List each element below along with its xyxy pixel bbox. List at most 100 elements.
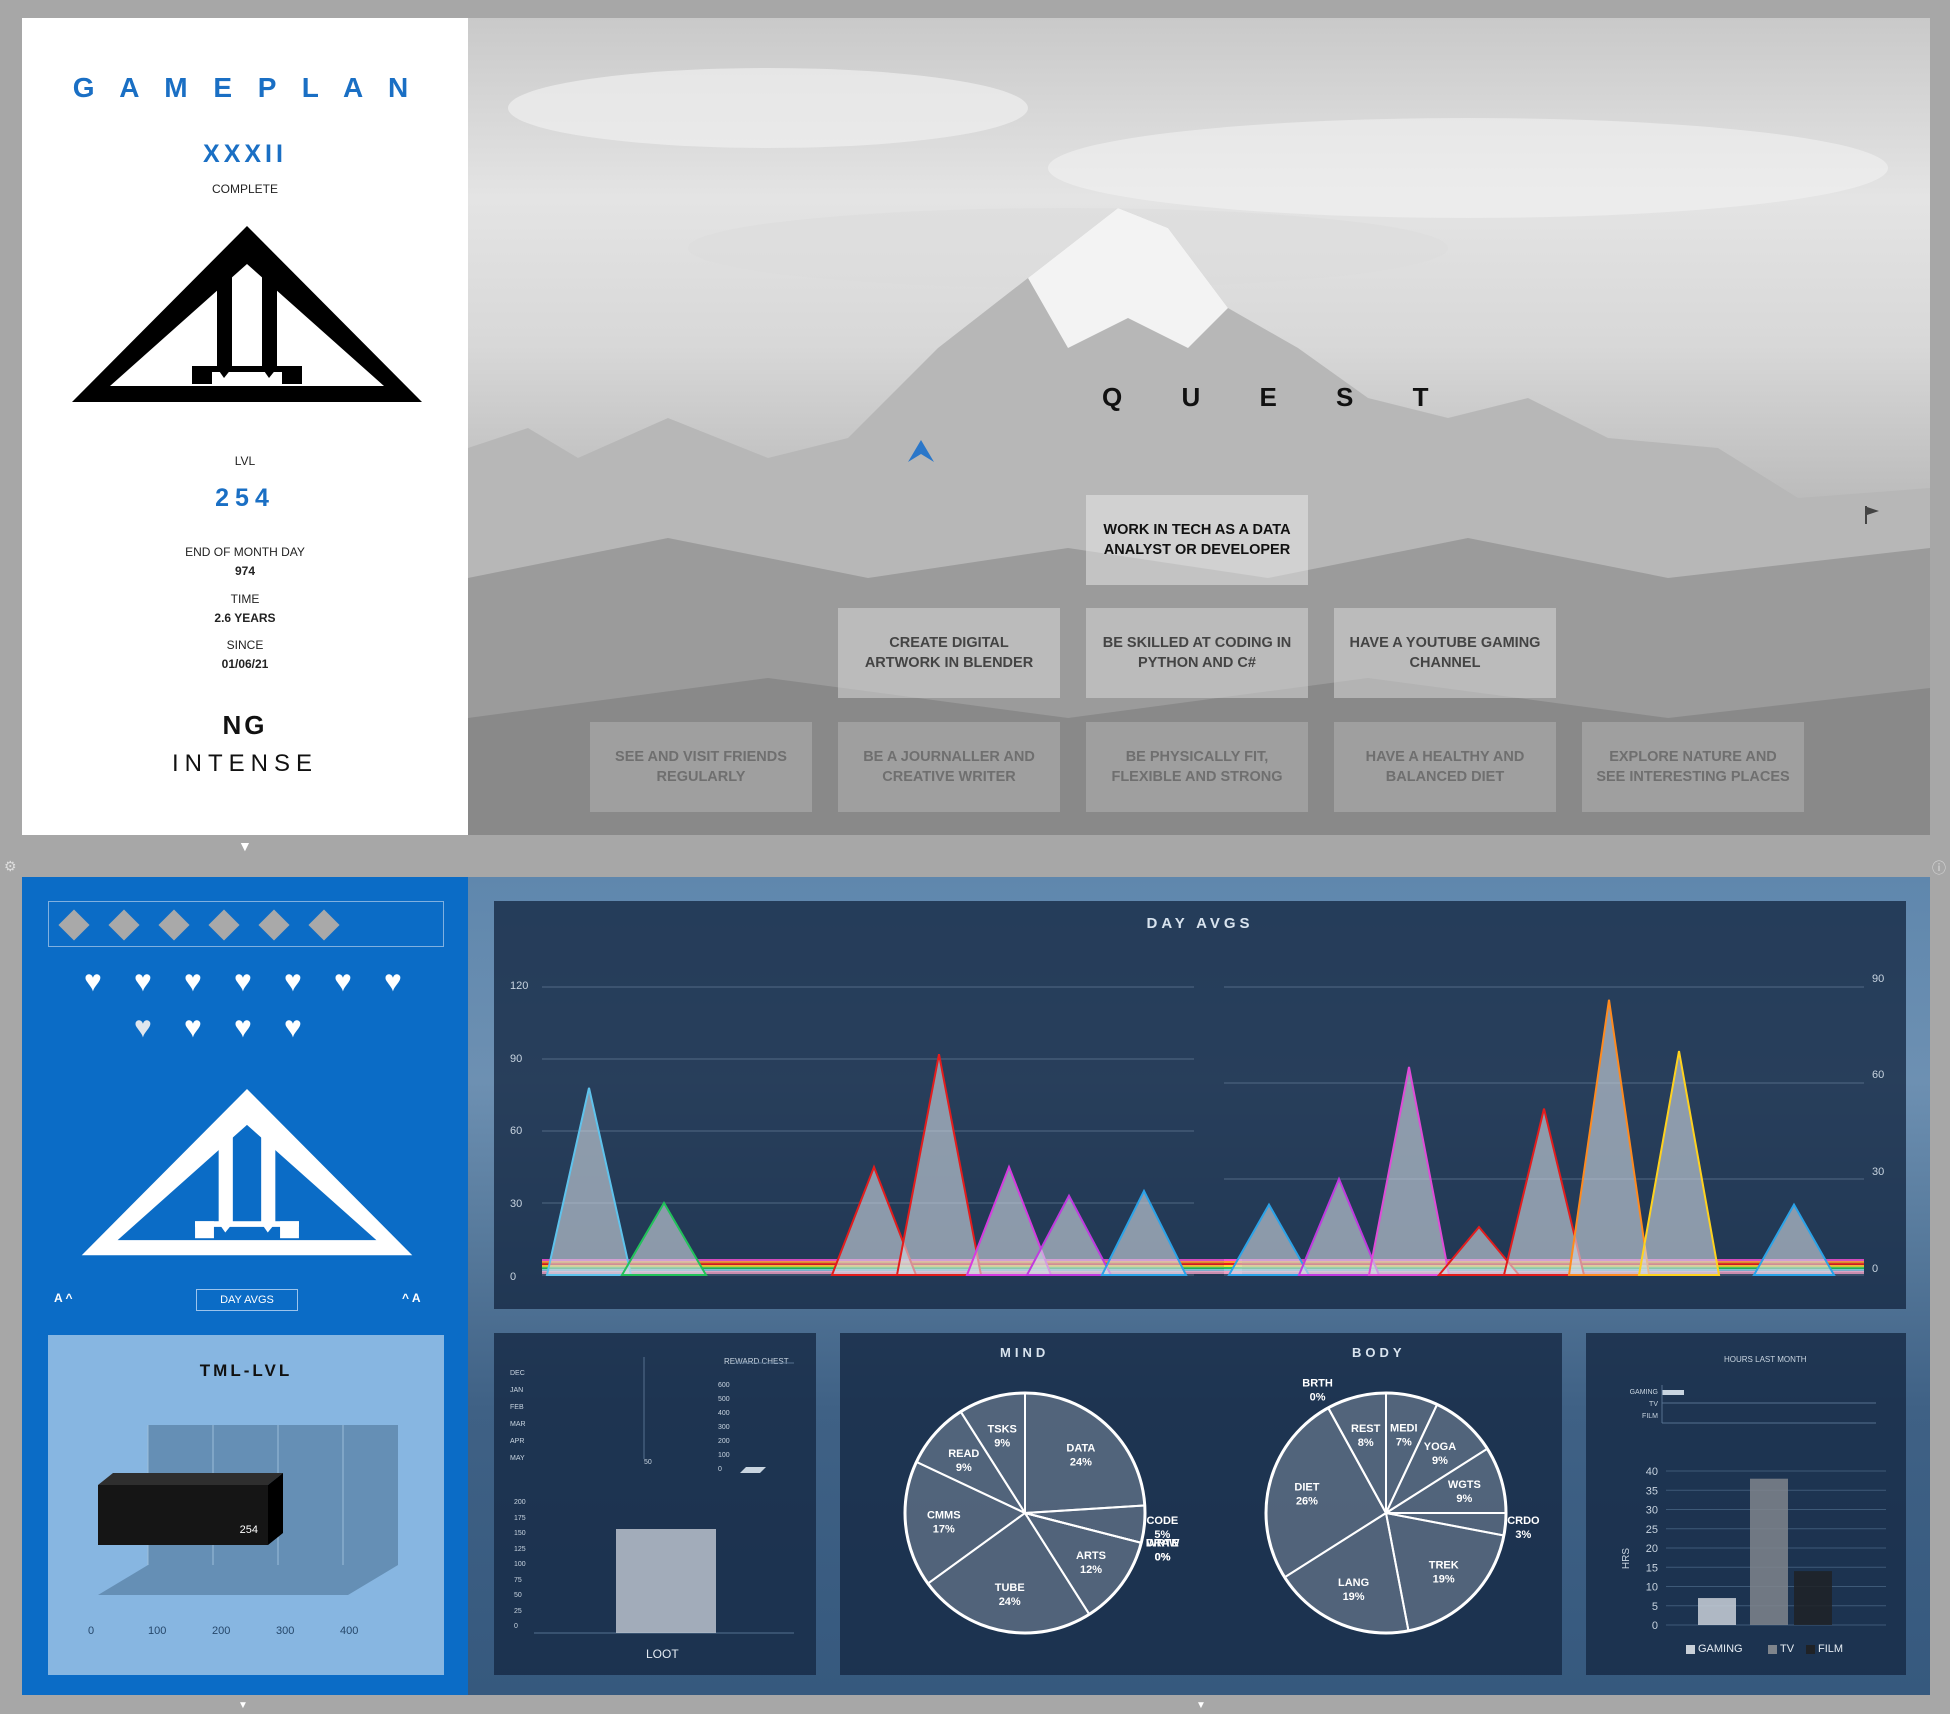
goal-card[interactable]: HAVE A HEALTHY AND BALANCED DIET	[1334, 722, 1556, 812]
info-icon[interactable]: ⓘ	[1932, 858, 1946, 878]
hours-y-tick: 15	[1646, 1562, 1658, 1574]
pie-label: LANG	[1338, 1577, 1369, 1589]
legend-swatch-tv	[1768, 1645, 1777, 1654]
quest-title: Q U E S T	[1102, 382, 1455, 412]
pie-percent: 24%	[999, 1596, 1021, 1608]
summit-flag-icon	[1865, 506, 1879, 524]
diamond-icon	[208, 909, 240, 941]
hours-y-label: HRS	[1621, 1547, 1633, 1570]
tml-lvl-bar-front	[98, 1485, 268, 1545]
pie-percent: 19%	[1343, 1591, 1365, 1603]
goal-card[interactable]: BE PHYSICALLY FIT, FLEXIBLE AND STRONG	[1086, 722, 1308, 812]
collapse-arrow-icon[interactable]: ▼	[1196, 1700, 1206, 1711]
hours-y-tick: 10	[1646, 1582, 1658, 1594]
goal-card[interactable]: CREATE DIGITAL ARTWORK IN BLENDER	[838, 608, 1060, 698]
pie-label: BRTH	[1302, 1378, 1333, 1390]
pie-label: REST	[1351, 1423, 1381, 1435]
tml-lvl-bar	[98, 1473, 283, 1485]
legend-film: FILM	[1818, 1643, 1844, 1655]
diamond-icon	[108, 909, 140, 941]
legend-swatch-film	[1806, 1645, 1815, 1654]
heart-icon: ♥	[84, 965, 102, 998]
quest-panel: Q U E S T WORK IN TECH AS A DATA ANALYST…	[468, 18, 1930, 835]
chart-selector[interactable]: DAY AVGS	[196, 1289, 298, 1311]
hours-bar	[1750, 1478, 1788, 1625]
tml-x-tick: 400	[340, 1625, 359, 1637]
goal-card[interactable]: EXPLORE NATURE AND SEE INTERESTING PLACE…	[1582, 722, 1804, 812]
hours-bar	[1794, 1571, 1832, 1625]
pie-label: DRAW	[1146, 1537, 1180, 1549]
mountain-backdrop	[468, 68, 1930, 835]
heart-icon: ♥	[284, 1011, 302, 1044]
corner-gear-icon[interactable]: ⚙	[4, 858, 17, 875]
hours-y-tick: 40	[1646, 1466, 1658, 1478]
goal-card[interactable]: WORK IN TECH AS A DATA ANALYST OR DEVELO…	[1086, 495, 1308, 585]
time-value: 2.6 YEARS	[214, 611, 276, 625]
gameplan-logo	[72, 226, 422, 402]
hours-y-tick: 30	[1646, 1505, 1658, 1517]
pie-percent: 8%	[1358, 1437, 1374, 1449]
loot-panel: REWARD CHEST DEC JAN FEB MAR APR MAY 600…	[494, 1333, 816, 1675]
goal-card[interactable]: BE A JOURNALLER AND CREATIVE WRITER	[838, 722, 1060, 812]
since-label: SINCE	[226, 638, 264, 652]
gameplan-title: G A M E P L A N	[72, 72, 418, 103]
heart-icon: ♥	[184, 1011, 202, 1044]
pie-label: ARTS	[1076, 1550, 1106, 1562]
heart-icon: ♥	[384, 965, 402, 998]
eom-label: END OF MONTH DAY	[185, 545, 305, 559]
diamond-icon	[58, 909, 90, 941]
rank-marker-left: A ^	[54, 1291, 73, 1305]
hours-bar-chart: 0 5 10 15 20 25 30 35 40	[1646, 1466, 1886, 1632]
pie-percent: 19%	[1433, 1574, 1455, 1586]
tml-lvl-panel: TML-LVL 254 0 100 200 300 400	[48, 1335, 444, 1675]
eom-value: 974	[234, 564, 256, 578]
heart-icon: ♥	[284, 965, 302, 998]
goal-card[interactable]: HAVE A YOUTUBE GAMING CHANNEL	[1334, 608, 1556, 698]
heart-icon: ♥	[134, 1011, 152, 1044]
pie-label: DIET	[1294, 1482, 1319, 1494]
diamond-tray	[48, 901, 444, 947]
goal-card[interactable]: BE SKILLED AT CODING IN PYTHON AND C#	[1086, 608, 1308, 698]
collapse-arrow-icon[interactable]: ▼	[238, 838, 252, 854]
area-peak	[1025, 1193, 1113, 1276]
tml-lvl-title: TML-LVL	[199, 1361, 293, 1380]
area-peak	[1297, 1176, 1381, 1276]
lvl-value: 254	[215, 484, 275, 512]
pie-label: YOGA	[1424, 1441, 1456, 1453]
body-pie-chart: MEDI7% YOGA9%WGTS9%CRDO3%TREK19%LANG19%DI…	[1264, 1378, 1540, 1635]
mind-body-panel: MIND BODY DATA 24% CODE 5% WRTE 0% DRAW 0% ARTS 1…	[840, 1333, 1562, 1675]
area-peak	[1637, 1050, 1721, 1276]
tml-x-tick: 100	[148, 1625, 167, 1637]
reward-chest-icon	[740, 1467, 766, 1473]
complete-label: COMPLETE	[211, 182, 278, 196]
loot-label: LOOT	[646, 1647, 679, 1661]
pie-percent: 24%	[1070, 1457, 1092, 1469]
pie-percent: 7%	[1396, 1436, 1412, 1448]
lvl-label: LVL	[234, 454, 256, 468]
pie-label: WGTS	[1448, 1479, 1481, 1491]
player-marker-icon	[908, 440, 934, 462]
area-peak	[1100, 1188, 1188, 1276]
diamond-icon	[258, 909, 290, 941]
pie-percent: 0%	[1310, 1392, 1326, 1404]
dashboard-panel: DAY AVGS 0 30 60 90 120 0 30 60 90 REWAR…	[468, 877, 1930, 1695]
pie-label: CODE	[1146, 1515, 1178, 1527]
loot-bar	[616, 1529, 716, 1633]
gameplan-panel: G A M E P L A N XXXII COMPLETE LVL 254 E…	[22, 18, 468, 835]
area-peak	[1227, 1202, 1311, 1276]
collapse-arrow-icon[interactable]: ▼	[238, 1700, 248, 1711]
goal-card[interactable]: SEE AND VISIT FRIENDS REGULARLY	[590, 722, 812, 812]
player-initials: NG	[222, 710, 268, 740]
pie-percent: 26%	[1296, 1496, 1318, 1508]
rank-marker-right: ^ A	[402, 1291, 421, 1305]
pie-percent: 9%	[1456, 1493, 1472, 1505]
hours-y-tick: 0	[1652, 1620, 1658, 1632]
hours-bar	[1698, 1598, 1736, 1625]
pie-percent: 12%	[1080, 1564, 1102, 1576]
pie-label: TUBE	[995, 1582, 1025, 1594]
heart-icon: ♥	[134, 965, 152, 998]
hours-y-tick: 5	[1652, 1601, 1658, 1613]
tml-lvl-chart: 254	[98, 1425, 398, 1595]
area-peak	[545, 1087, 633, 1276]
hours-y-tick: 35	[1646, 1485, 1658, 1497]
